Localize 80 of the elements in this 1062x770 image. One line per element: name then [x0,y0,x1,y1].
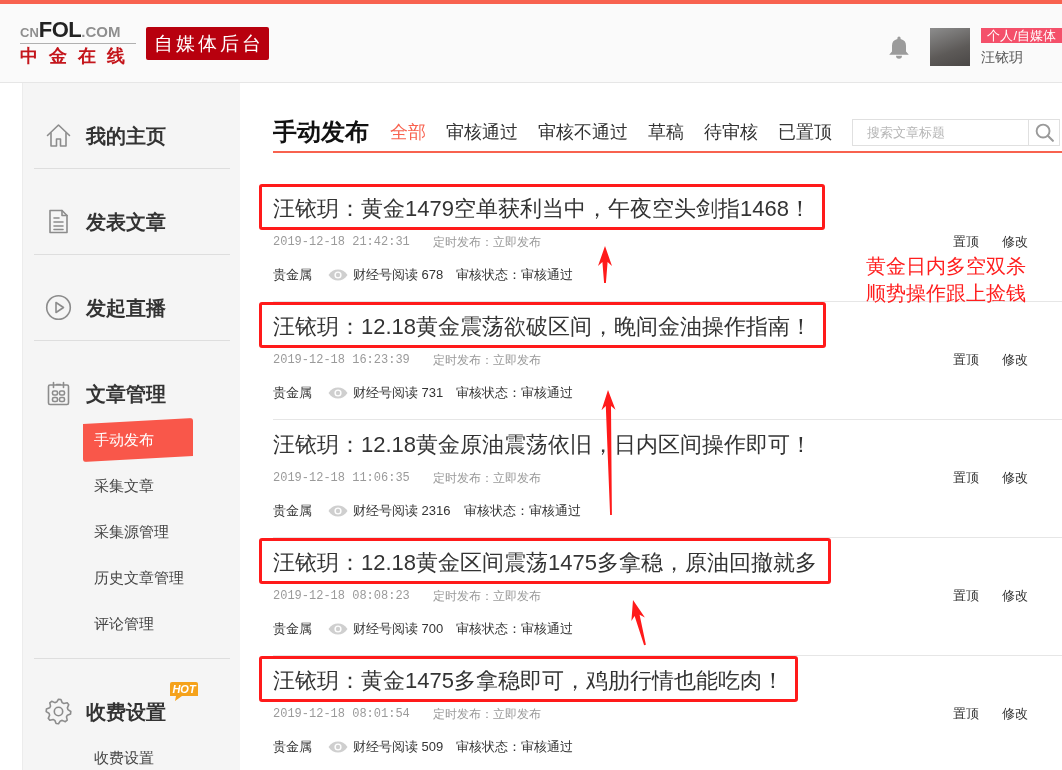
nav-subitem[interactable]: 采集文章 [83,464,193,508]
filter-tab[interactable]: 待审核 [704,119,758,145]
nav-subitem[interactable]: 评论管理 [83,602,193,646]
category-text: 贵金属 [273,384,312,403]
schedule-text: 定时发布：立即发布 [432,470,541,487]
filter-tab[interactable]: 审核通过 [446,119,518,145]
nav-link[interactable]: 我的主页 [45,122,166,149]
annotation-arrow [631,600,646,646]
annotation-text: 黄金日内多空双杀 [866,254,1026,279]
pin-top-link[interactable]: 置顶 [953,350,979,370]
user-name[interactable]: 汪铱玥 [981,48,1024,66]
hot-badge: HOT [170,682,198,701]
publish-time: 2019-12-18 08:08:23 [273,588,410,605]
article-title[interactable]: 汪铱玥：12.18黄金原油震荡依旧，日内区间操作即可！ [273,432,813,458]
schedule-text: 定时发布：立即发布 [432,706,541,723]
filter-tab[interactable]: 审核不通过 [538,119,628,145]
search-field[interactable]: 搜索文章标题 [852,118,1029,146]
nav-subitem[interactable]: 收费设置 [83,736,193,770]
eye-icon [328,623,348,635]
article-title[interactable]: 汪铱玥：黄金1479空单获利当中，午夜空头剑指1468！ [273,196,811,222]
eye-icon [328,505,348,517]
category-text: 贵金属 [273,502,312,521]
home-icon [45,122,72,149]
search-button[interactable] [1029,118,1060,146]
article-title[interactable]: 汪铱玥：12.18黄金区间震荡1475多拿稳，原油回撤就多 [273,550,817,576]
gear-icon [45,698,72,725]
logo-name[interactable]: 中金在线 [20,45,136,67]
eye-icon [328,269,348,281]
page-title: 手动发布 [273,117,369,147]
calendar-icon [45,380,72,407]
edit-link[interactable]: 修改 [1002,350,1028,370]
edit-link[interactable]: 修改 [1002,586,1028,606]
site-label: 自媒体后台 [146,26,269,60]
edit-link[interactable]: 修改 [1002,468,1028,488]
logo-wordmark[interactable]: CNFOL.COM [20,19,136,44]
category-text: 贵金属 [273,620,312,639]
review-status: 审核状态：审核通过 [463,502,581,521]
read-count: 财经号阅读 700 [353,620,444,639]
pin-top-link[interactable]: 置顶 [953,704,979,724]
review-status: 审核状态：审核通过 [456,384,574,403]
read-count: 财经号阅读 2316 [353,502,451,521]
article-title[interactable]: 汪铱玥：12.18黄金震荡欲破区间，晚间金油操作指南！ [273,314,813,340]
schedule-text: 定时发布：立即发布 [432,588,541,605]
eye-icon [328,387,348,399]
review-status: 审核状态：审核通过 [456,738,574,757]
nav-link[interactable]: 文章管理 [45,380,166,407]
read-count: 财经号阅读 678 [353,266,444,285]
read-count: 财经号阅读 731 [353,384,444,403]
review-status: 审核状态：审核通过 [456,620,574,639]
account-type-badge: 个人/自媒体 [981,28,1062,43]
eye-icon [328,741,348,753]
nav-subitem[interactable]: 采集源管理 [83,510,193,554]
schedule-text: 定时发布：立即发布 [432,352,541,369]
schedule-text: 定时发布：立即发布 [432,234,541,251]
category-text: 贵金属 [273,266,312,285]
publish-time: 2019-12-18 08:01:54 [273,706,410,723]
bell-icon[interactable] [888,35,911,59]
play-icon [45,294,72,321]
filter-tab[interactable]: 已置顶 [778,119,832,145]
avatar-placeholder[interactable] [930,28,971,66]
category-text: 贵金属 [273,738,312,757]
nav-link[interactable]: 发表文章 [45,208,166,235]
publish-time: 2019-12-18 16:23:39 [273,352,410,369]
article-title[interactable]: 汪铱玥：黄金1475多拿稳即可，鸡肋行情也能吃肉！ [273,668,784,694]
publish-time: 2019-12-18 21:42:31 [273,234,410,251]
review-status: 审核状态：审核通过 [456,266,574,285]
read-count: 财经号阅读 509 [353,738,444,757]
pin-top-link[interactable]: 置顶 [953,232,979,252]
annotation-text: 顺势操作跟上捡钱 [866,281,1026,306]
pin-top-link[interactable]: 置顶 [953,586,979,606]
nav-link[interactable]: 发起直播 [45,294,166,321]
nav-link[interactable]: 收费设置 [45,698,166,725]
edit-link[interactable]: 修改 [1002,704,1028,724]
pin-top-link[interactable]: 置顶 [953,468,979,488]
edit-link[interactable]: 修改 [1002,232,1028,252]
search-icon [1034,122,1054,142]
publish-time: 2019-12-18 11:06:35 [273,470,410,487]
filter-tab[interactable]: 草稿 [648,119,684,145]
nav-subitem[interactable]: 历史文章管理 [83,556,193,600]
annotation-arrow [598,246,612,283]
